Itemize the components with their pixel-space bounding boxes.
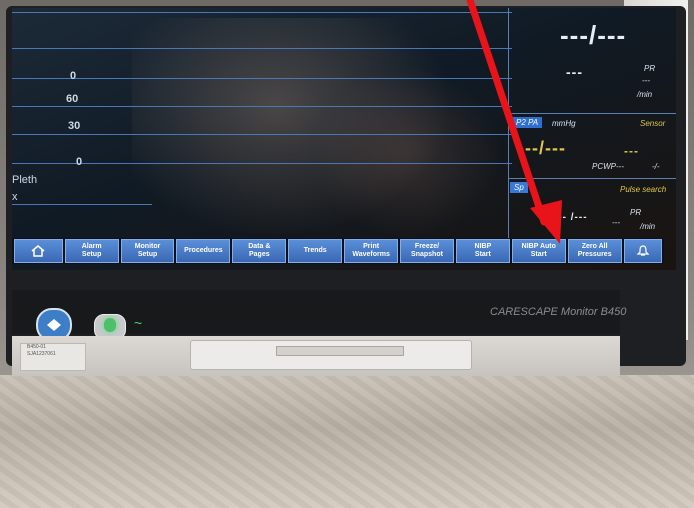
red-annotation-arrow (466, 0, 562, 244)
